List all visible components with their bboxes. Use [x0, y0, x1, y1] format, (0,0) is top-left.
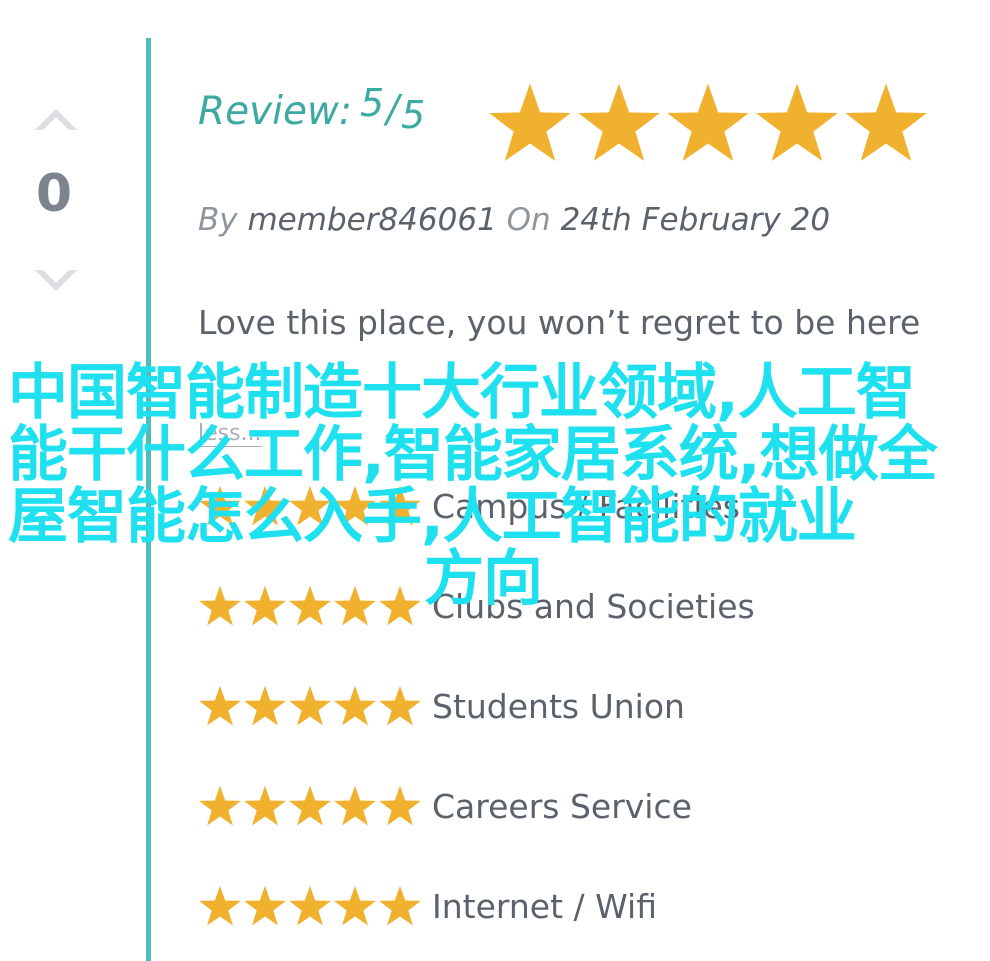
- star-icon: [244, 685, 286, 726]
- star-icon: [379, 785, 421, 826]
- star-icon: [667, 83, 749, 162]
- upvote-button[interactable]: [31, 106, 81, 130]
- overlay-text: 中国智能制造十大行业领域,人工智能干什么工作,智能家居系统,想做全屋智能怎么入手…: [8, 358, 938, 552]
- chevron-down-icon: [35, 270, 77, 291]
- chevron-up-icon: [35, 109, 77, 130]
- star-icon: [756, 83, 838, 162]
- review-date: 24th February 20: [560, 202, 831, 238]
- star-icon: [244, 785, 286, 826]
- category-row-union: Students Union: [198, 683, 685, 729]
- vote-count: 0: [35, 164, 73, 224]
- star-icon: [379, 885, 421, 926]
- star-icon: [489, 83, 571, 162]
- category-label: Students Union: [432, 686, 685, 726]
- star-icon: [334, 685, 376, 726]
- category-row-careers: Careers Service: [198, 783, 692, 829]
- star-icon: [199, 885, 241, 926]
- review-author: member846061: [247, 202, 497, 238]
- overlay-text-last: 方向: [424, 544, 543, 614]
- by-label: By: [198, 202, 238, 238]
- star-icon: [289, 785, 331, 826]
- score-value: 5: [360, 81, 385, 125]
- star-icon: [578, 83, 660, 162]
- review-score: 5/5: [360, 84, 425, 134]
- star-icon: [199, 685, 241, 726]
- category-label: Careers Service: [432, 786, 692, 826]
- star-icon: [334, 885, 376, 926]
- star-icon: [244, 885, 286, 926]
- on-label: On: [506, 202, 551, 238]
- star-icon: [289, 885, 331, 926]
- category-stars: [198, 884, 422, 928]
- category-stars: [198, 784, 422, 828]
- star-icon: [379, 685, 421, 726]
- category-stars: [198, 684, 422, 728]
- star-icon: [289, 685, 331, 726]
- review-label: Review:: [198, 89, 353, 134]
- star-icon: [845, 83, 927, 162]
- review-byline: By member846061 On 24th February 20: [198, 205, 830, 236]
- score-separator: /: [386, 87, 399, 131]
- category-row-internet: Internet / Wifi: [198, 883, 657, 929]
- category-label: Internet / Wifi: [432, 886, 657, 926]
- star-icon: [199, 785, 241, 826]
- overlay-banner: 中国智能制造十大行业领域,人工智能干什么工作,智能家居系统,想做全屋智能怎么入手…: [8, 362, 958, 610]
- star-icon: [334, 785, 376, 826]
- downvote-button[interactable]: [31, 270, 81, 294]
- review-body: Love this place, you won’t regret to be …: [198, 303, 921, 342]
- score-max: 5: [401, 93, 426, 137]
- overall-rating-stars: [487, 80, 929, 166]
